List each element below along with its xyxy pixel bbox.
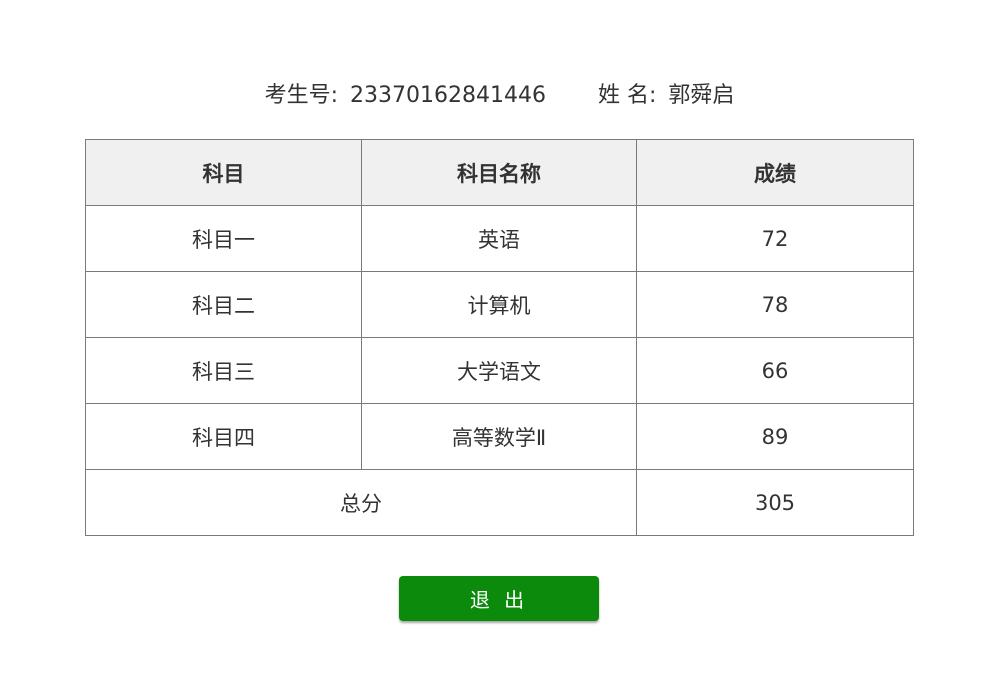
table-header-row: 科目 科目名称 成绩	[85, 139, 914, 206]
score-cell: 78	[636, 271, 914, 338]
score-table: 科目 科目名称 成绩 科目一 英语 72 科目二 计算机 78 科目三 大学语文…	[85, 139, 914, 536]
subject-cell: 科目二	[85, 271, 362, 338]
header-subject: 科目	[85, 139, 362, 206]
subject-cell: 科目三	[85, 337, 362, 404]
candidate-id-label: 考生号:	[264, 83, 339, 108]
table-row: 科目一 英语 72	[85, 205, 914, 272]
subject-cell: 科目一	[85, 205, 362, 272]
candidate-id-value: 23370162841446	[350, 83, 546, 108]
table-row: 科目四 高等数学Ⅱ 89	[85, 403, 914, 470]
candidate-info: 考生号: 23370162841446 姓 名: 郭舜启	[0, 80, 999, 112]
header-score: 成绩	[636, 139, 914, 206]
header-subject-name: 科目名称	[361, 139, 637, 206]
exit-button[interactable]: 退 出	[399, 576, 599, 621]
candidate-name-group: 姓 名: 郭舜启	[598, 80, 734, 112]
subject-name-cell: 高等数学Ⅱ	[361, 403, 637, 470]
total-row: 总分 305	[85, 469, 914, 536]
candidate-name-label: 姓 名:	[597, 83, 657, 108]
total-score-cell: 305	[636, 469, 914, 536]
subject-name-cell: 英语	[361, 205, 637, 272]
subject-name-cell: 大学语文	[361, 337, 637, 404]
table-row: 科目三 大学语文 66	[85, 337, 914, 404]
score-cell: 72	[636, 205, 914, 272]
score-cell: 89	[636, 403, 914, 470]
candidate-id-group: 考生号: 23370162841446	[265, 80, 546, 112]
subject-name-cell: 计算机	[361, 271, 637, 338]
subject-cell: 科目四	[85, 403, 362, 470]
table-row: 科目二 计算机 78	[85, 271, 914, 338]
candidate-name-value: 郭舜启	[668, 83, 735, 108]
total-label-cell: 总分	[85, 469, 637, 536]
score-cell: 66	[636, 337, 914, 404]
